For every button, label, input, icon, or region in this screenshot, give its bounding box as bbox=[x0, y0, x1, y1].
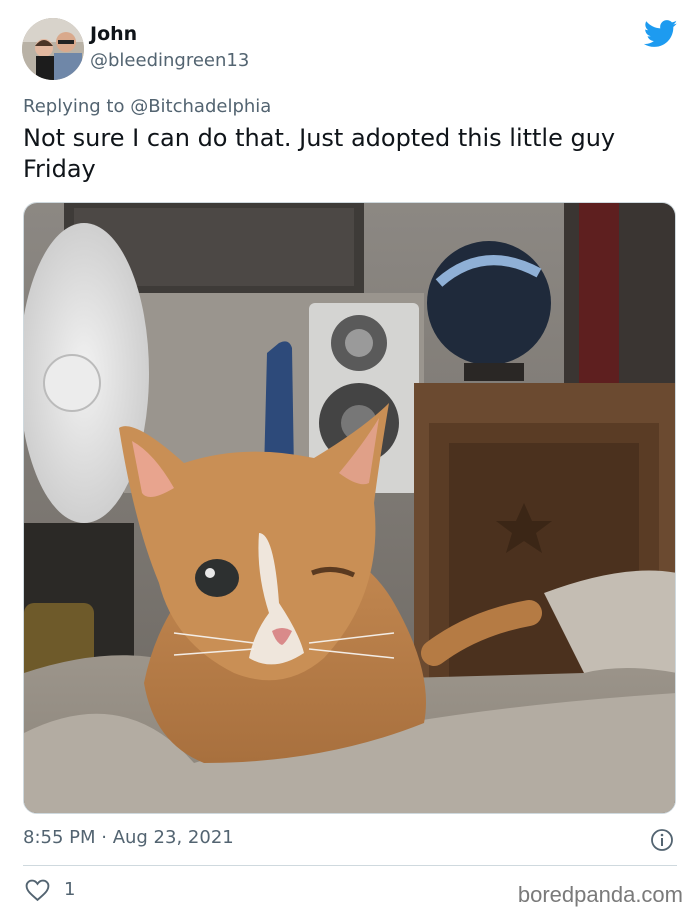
reply-prefix: Replying to bbox=[23, 96, 131, 117]
divider bbox=[23, 865, 677, 866]
author-handle[interactable]: @bleedingreen13 bbox=[90, 50, 249, 71]
info-icon[interactable] bbox=[650, 828, 674, 852]
twitter-bird-icon[interactable] bbox=[644, 20, 678, 48]
tweet-photo[interactable] bbox=[23, 202, 676, 814]
tweet-text: Not sure I can do that. Just adopted thi… bbox=[23, 124, 616, 183]
cat-photo bbox=[24, 203, 675, 813]
watermark: boredpanda.com bbox=[517, 882, 683, 907]
reply-context: Replying to @Bitchadelphia bbox=[23, 96, 271, 117]
heart-icon[interactable] bbox=[25, 879, 50, 902]
author-name[interactable]: John bbox=[90, 23, 137, 45]
tweet-card: John @bleedingreen13 Replying to @Bitcha… bbox=[0, 0, 700, 918]
reply-mention-link[interactable]: @Bitchadelphia bbox=[130, 96, 271, 117]
like-count: 1 bbox=[64, 879, 76, 900]
avatar-photo bbox=[22, 18, 84, 80]
tweet-timestamp[interactable]: 8:55 PM · Aug 23, 2021 bbox=[23, 827, 234, 848]
avatar[interactable] bbox=[22, 18, 84, 80]
